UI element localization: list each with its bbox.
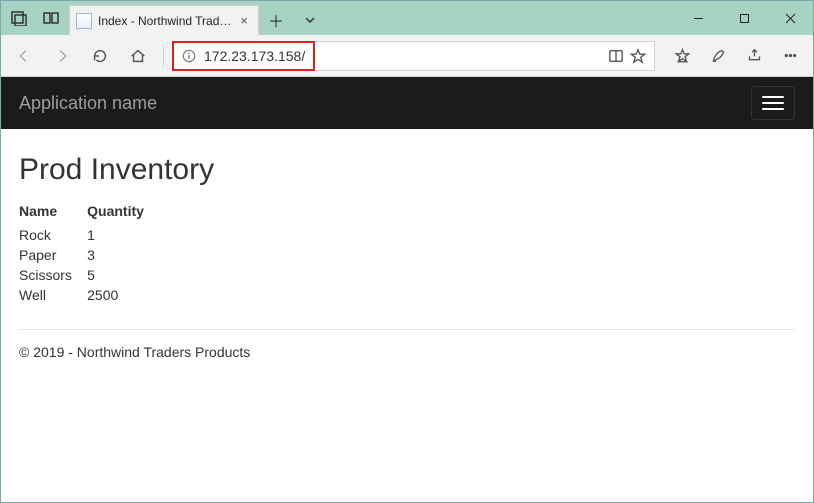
forward-button[interactable]: [45, 39, 79, 73]
cell-name: Well: [19, 285, 87, 305]
window-titlebar: Index - Northwind Traders × ＋: [1, 1, 813, 35]
site-info-icon[interactable]: [182, 49, 196, 63]
share-icon[interactable]: [737, 39, 771, 73]
browser-toolbar: 172.23.173.158/: [1, 35, 813, 77]
tab-title: Index - Northwind Traders: [98, 14, 234, 28]
navbar-brand[interactable]: Application name: [19, 93, 157, 114]
home-button[interactable]: [121, 39, 155, 73]
back-button[interactable]: [7, 39, 41, 73]
refresh-button[interactable]: [83, 39, 117, 73]
navbar-toggle-button[interactable]: [751, 86, 795, 120]
page-favicon-icon: [76, 13, 92, 29]
cell-name: Paper: [19, 245, 87, 265]
inventory-table: Name Quantity Rock 1 Paper 3 Scissors 5 …: [19, 201, 174, 305]
browser-tab[interactable]: Index - Northwind Traders ×: [69, 5, 259, 35]
favorite-star-icon[interactable]: [630, 48, 646, 64]
tab-actions-icon[interactable]: [293, 5, 327, 35]
page-title: Prod Inventory: [19, 153, 795, 187]
toolbar-divider: [163, 45, 164, 67]
window-minimize-button[interactable]: [675, 1, 721, 35]
cell-name: Rock: [19, 225, 87, 245]
notes-icon[interactable]: [701, 39, 735, 73]
page-footer: © 2019 - Northwind Traders Products: [19, 344, 795, 360]
table-row: Paper 3: [19, 245, 174, 265]
tabs-aside-icon[interactable]: [5, 4, 33, 32]
favorites-list-icon[interactable]: [665, 39, 699, 73]
tab-preview-icon[interactable]: [37, 4, 65, 32]
table-row: Rock 1: [19, 225, 174, 245]
window-maximize-button[interactable]: [721, 1, 767, 35]
cell-qty: 3: [87, 245, 174, 265]
more-menu-icon[interactable]: [773, 39, 807, 73]
cell-qty: 2500: [87, 285, 174, 305]
reading-view-icon[interactable]: [608, 48, 624, 64]
cell-name: Scissors: [19, 265, 87, 285]
app-navbar: Application name: [1, 77, 813, 129]
col-quantity: Quantity: [87, 201, 174, 225]
col-name: Name: [19, 201, 87, 225]
close-tab-icon[interactable]: ×: [240, 13, 248, 28]
address-url: 172.23.173.158/: [204, 48, 305, 64]
table-row: Well 2500: [19, 285, 174, 305]
address-highlight: 172.23.173.158/: [172, 41, 315, 71]
table-row: Scissors 5: [19, 265, 174, 285]
cell-qty: 1: [87, 225, 174, 245]
cell-qty: 5: [87, 265, 174, 285]
footer-separator: [19, 329, 795, 330]
new-tab-button[interactable]: ＋: [259, 5, 293, 35]
address-bar[interactable]: 172.23.173.158/: [172, 41, 655, 71]
window-close-button[interactable]: [767, 1, 813, 35]
page-content: Prod Inventory Name Quantity Rock 1 Pape…: [1, 129, 813, 374]
